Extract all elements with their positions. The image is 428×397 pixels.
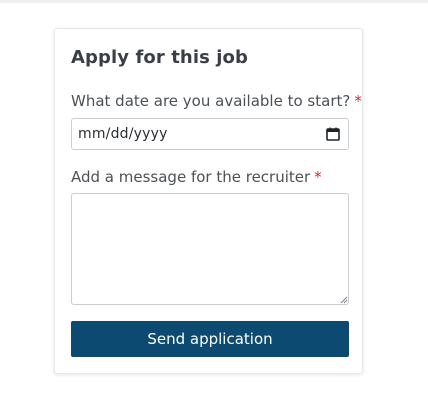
start-date-label: What date are you available to start? *	[71, 92, 362, 110]
application-card: Apply for this job What date are you ava…	[54, 28, 363, 374]
send-application-button[interactable]: Send application	[71, 321, 349, 357]
required-indicator: *	[354, 92, 362, 110]
top-divider	[0, 0, 428, 3]
recruiter-message-textarea[interactable]	[71, 193, 349, 305]
calendar-icon[interactable]	[326, 127, 340, 141]
form-title: Apply for this job	[71, 47, 249, 68]
required-indicator: *	[314, 168, 322, 186]
recruiter-message-label-text: Add a message for the recruiter	[71, 168, 311, 186]
resize-handle-icon[interactable]	[340, 296, 348, 304]
date-input-placeholder: mm/dd/yyyy	[78, 126, 168, 142]
start-date-input[interactable]: mm/dd/yyyy	[71, 118, 349, 150]
recruiter-message-label: Add a message for the recruiter *	[71, 168, 322, 186]
start-date-label-text: What date are you available to start?	[71, 92, 351, 110]
